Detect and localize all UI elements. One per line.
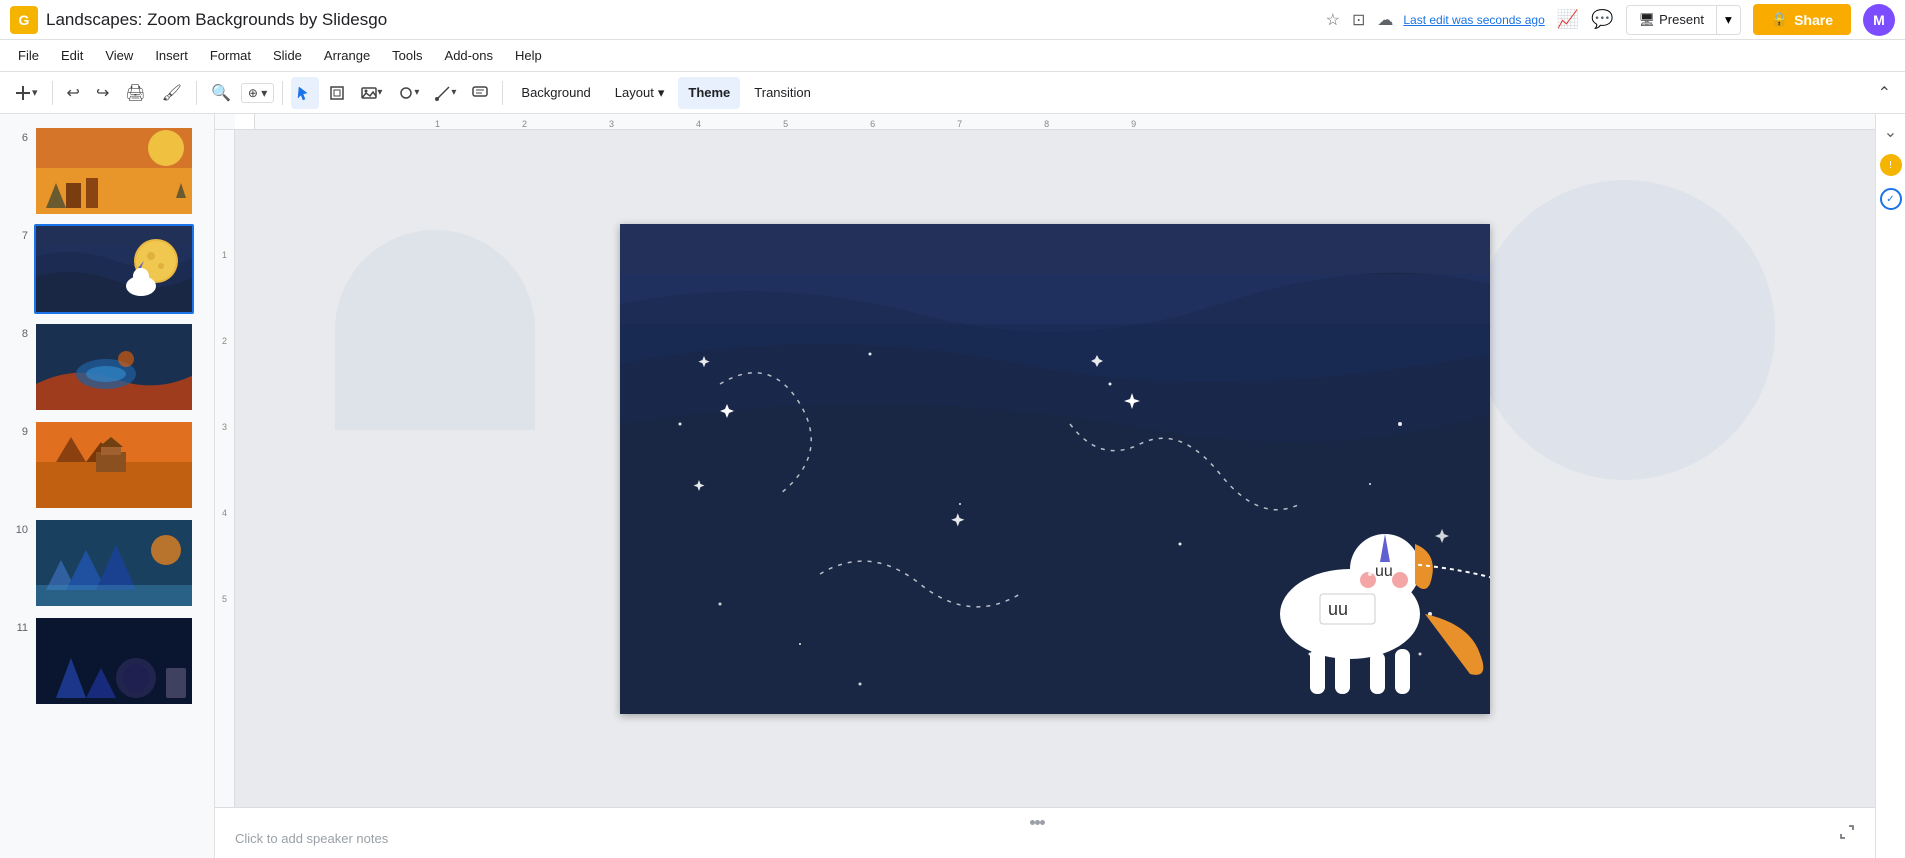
doc-title: Landscapes: Zoom Backgrounds by Slidesgo bbox=[46, 10, 1316, 30]
slide-number-10: 10 bbox=[8, 524, 28, 536]
title-bar: G Landscapes: Zoom Backgrounds by Slides… bbox=[0, 0, 1905, 40]
slide-thumb-7 bbox=[34, 224, 194, 314]
slide-item-9[interactable]: 9 bbox=[0, 416, 214, 514]
undo-button[interactable]: ↩ bbox=[61, 77, 86, 109]
present-dropdown-btn[interactable]: ▾ bbox=[1717, 6, 1740, 34]
sidebar-expand-icon[interactable]: ⌄ bbox=[1884, 122, 1897, 142]
shape-button[interactable]: ▾ bbox=[392, 77, 425, 109]
layout-btn[interactable]: Layout▾ bbox=[605, 77, 675, 109]
slide-number-11: 11 bbox=[8, 622, 28, 634]
theme-btn[interactable]: Theme bbox=[678, 77, 740, 109]
slide-item-11[interactable]: 11 bbox=[0, 612, 214, 710]
menu-bar: File Edit View Insert Format Slide Arran… bbox=[0, 40, 1905, 72]
transition-btn[interactable]: Transition bbox=[744, 77, 821, 109]
background-btn[interactable]: Background bbox=[511, 77, 600, 109]
ruler-vertical: 12345 bbox=[215, 130, 235, 807]
menu-addons[interactable]: Add-ons bbox=[435, 44, 503, 67]
slide-thumb-6 bbox=[34, 126, 194, 216]
share-button[interactable]: 🔒 Share bbox=[1753, 4, 1851, 35]
print-button[interactable]: 🖨 bbox=[119, 77, 151, 109]
frame-tool[interactable] bbox=[323, 77, 351, 109]
slide-number-7: 7 bbox=[8, 230, 28, 242]
slide-item-6[interactable]: 6 bbox=[0, 122, 214, 220]
notes-expand-button[interactable] bbox=[1839, 824, 1855, 843]
menu-view[interactable]: View bbox=[95, 44, 143, 67]
menu-format[interactable]: Format bbox=[200, 44, 261, 67]
main-area: 6 7 bbox=[0, 114, 1905, 858]
slide-item-8[interactable]: 8 bbox=[0, 318, 214, 416]
menu-file[interactable]: File bbox=[8, 44, 49, 67]
select-tool[interactable] bbox=[291, 77, 319, 109]
slide-item-10[interactable]: 10 bbox=[0, 514, 214, 612]
ruler-container: 12345 bbox=[215, 130, 1875, 807]
trend-icon[interactable]: 📈 bbox=[1557, 9, 1579, 30]
redo-button[interactable]: ↪ bbox=[90, 77, 115, 109]
editor-area: 123456789 12345 bbox=[215, 114, 1875, 858]
notes-dots[interactable] bbox=[235, 820, 1839, 825]
menu-help[interactable]: Help bbox=[505, 44, 552, 67]
lock-icon: 🔒 bbox=[1771, 11, 1788, 28]
app-icon: G bbox=[10, 6, 38, 34]
ruler-horizontal: 123456789 bbox=[215, 114, 1875, 130]
slide-panel: 6 7 bbox=[0, 114, 215, 858]
svg-text:uu: uu bbox=[1328, 599, 1348, 619]
slide-item-7[interactable]: 7 bbox=[0, 220, 214, 318]
menu-edit[interactable]: Edit bbox=[51, 44, 93, 67]
svg-text:uu: uu bbox=[1375, 563, 1393, 580]
cloud-icon[interactable]: ☁ bbox=[1377, 10, 1393, 30]
slide-number-6: 6 bbox=[8, 132, 28, 144]
notes-text[interactable]: Click to add speaker notes bbox=[235, 831, 1839, 846]
comment-icon[interactable]: 💬 bbox=[1591, 9, 1613, 30]
avatar[interactable]: M bbox=[1863, 4, 1895, 36]
paint-format-button[interactable]: 🖌 bbox=[156, 77, 188, 109]
main-slide[interactable]: uu bbox=[620, 224, 1490, 714]
line-button[interactable]: ▾ bbox=[429, 77, 462, 109]
slide-number-8: 8 bbox=[8, 328, 28, 340]
star-icon[interactable]: ☆ bbox=[1326, 10, 1340, 30]
add-button[interactable]: ▾ bbox=[8, 77, 44, 109]
slide-canvas-area[interactable]: uu bbox=[235, 130, 1875, 807]
menu-arrange[interactable]: Arrange bbox=[314, 44, 380, 67]
zoom-level[interactable]: ⊕ ▾ bbox=[241, 83, 274, 103]
status-icon[interactable]: ✓ bbox=[1880, 188, 1902, 210]
image-button[interactable]: ▾ bbox=[355, 77, 388, 109]
menu-slide[interactable]: Slide bbox=[263, 44, 312, 67]
last-edit[interactable]: Last edit was seconds ago bbox=[1403, 13, 1544, 27]
folder-icon[interactable]: ⊡ bbox=[1352, 10, 1365, 30]
toolbar: ▾ ↩ ↪ 🖨 🖌 🔍 ⊕ ▾ ▾ ▾ ▾ Background Layout▾… bbox=[0, 72, 1905, 114]
menu-tools[interactable]: Tools bbox=[382, 44, 432, 67]
present-button[interactable]: 🖥 Present bbox=[1627, 6, 1716, 34]
notification-badge[interactable]: ! bbox=[1880, 154, 1902, 176]
right-sidebar: ⌄ ! ✓ bbox=[1875, 114, 1905, 858]
slide-thumb-8 bbox=[34, 322, 194, 412]
collapse-toolbar-btn[interactable]: ⌃ bbox=[1872, 77, 1897, 109]
zoom-out-button[interactable]: 🔍 bbox=[205, 77, 237, 109]
comment-button[interactable] bbox=[466, 77, 494, 109]
notes-area: Click to add speaker notes bbox=[215, 807, 1875, 858]
monitor-icon: 🖥 bbox=[1639, 12, 1656, 28]
slide-thumb-9 bbox=[34, 420, 194, 510]
slide-thumb-11 bbox=[34, 616, 194, 706]
slideshow-dropdown[interactable]: 🖥 Present ▾ bbox=[1626, 5, 1741, 35]
slide-number-9: 9 bbox=[8, 426, 28, 438]
menu-insert[interactable]: Insert bbox=[145, 44, 198, 67]
slide-thumb-10 bbox=[34, 518, 194, 608]
